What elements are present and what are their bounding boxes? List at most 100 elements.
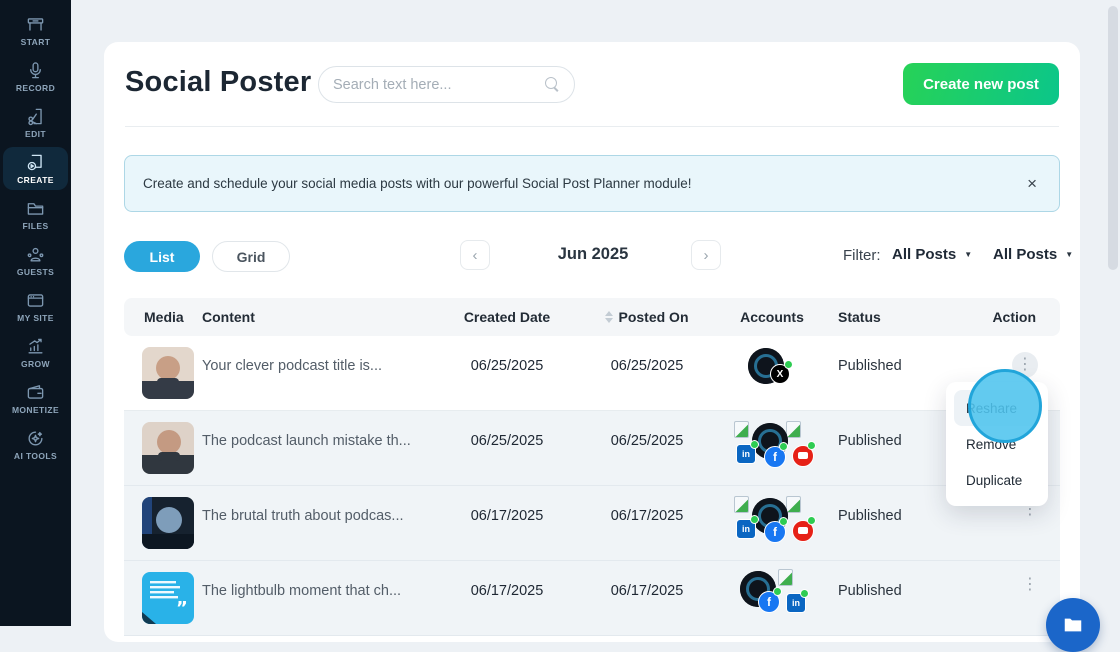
account-icons: f in [716, 569, 828, 623]
posted-date: 06/17/2025 [582, 486, 712, 560]
folder-icon [1062, 614, 1084, 636]
next-month-button[interactable]: › [691, 240, 721, 270]
created-date: 06/17/2025 [432, 561, 582, 635]
sidebar-item-edit[interactable]: EDIT [0, 100, 71, 145]
sidebar-item-create[interactable]: CREATE [0, 146, 71, 191]
sidebar-item-label: AI TOOLS [14, 451, 57, 461]
edit-icon [26, 107, 45, 126]
sidebar-item-label: MY SITE [17, 313, 54, 323]
view-toggle-list[interactable]: List [124, 241, 200, 272]
status-label: Published [832, 561, 982, 635]
column-header-status: Status [832, 309, 982, 325]
svg-text:”: ” [176, 598, 188, 619]
status-dot [807, 441, 816, 450]
posts-table: Media Content Created Date Posted On Acc… [124, 298, 1060, 636]
account-icons: in f [716, 494, 828, 548]
sidebar-item-label: CREATE [17, 175, 54, 185]
posted-date: 06/25/2025 [582, 411, 712, 485]
sidebar-item-label: EDIT [25, 129, 46, 139]
posted-date: 06/17/2025 [582, 561, 712, 635]
stage-icon [26, 15, 45, 34]
sidebar-item-monetize[interactable]: MONETIZE [0, 376, 71, 421]
sort-icon[interactable] [605, 311, 613, 323]
table-row: The podcast launch mistake th... 06/25/2… [124, 411, 1060, 486]
sidebar-item-label: RECORD [16, 83, 55, 93]
header-divider [125, 126, 1059, 127]
search-placeholder: Search text here... [333, 77, 545, 93]
account-icons: in f [716, 419, 828, 473]
status-dot [779, 517, 788, 526]
page-icon [786, 421, 801, 438]
sidebar-item-label: START [21, 37, 51, 47]
wallet-icon [26, 383, 45, 402]
status-dot [800, 589, 809, 598]
created-date: 06/17/2025 [432, 486, 582, 560]
filter-dropdown-2-value: All Posts [993, 246, 1057, 263]
chevron-down-icon: ▼ [964, 250, 972, 259]
table-row: ” The lightbulb moment that ch... 06/17/… [124, 561, 1060, 636]
sidebar-item-files[interactable]: FILES [0, 192, 71, 237]
scrollbar-thumb[interactable] [1108, 6, 1118, 270]
create-icon [26, 153, 45, 172]
created-date: 06/25/2025 [432, 336, 582, 410]
previous-month-button[interactable]: ‹ [460, 240, 490, 270]
table-row: Your clever podcast title is... 06/25/20… [124, 336, 1060, 411]
sidebar-item-record[interactable]: RECORD [0, 54, 71, 99]
status-dot [750, 515, 759, 524]
search-input[interactable]: Search text here... [318, 66, 575, 103]
status-dot [779, 442, 788, 451]
floating-files-button[interactable] [1046, 598, 1100, 652]
post-content[interactable]: The podcast launch mistake th... [202, 411, 432, 485]
sidebar-item-label: GUESTS [17, 267, 54, 277]
column-header-action: Action [982, 309, 1060, 325]
table-header-row: Media Content Created Date Posted On Acc… [124, 298, 1060, 336]
filter-label: Filter: [843, 247, 881, 264]
page-icon [786, 496, 801, 513]
create-new-post-button[interactable]: Create new post [903, 63, 1059, 105]
created-date: 06/25/2025 [432, 411, 582, 485]
post-content[interactable]: The brutal truth about podcas... [202, 486, 432, 560]
click-indicator-circle [968, 369, 1042, 443]
table-row: The brutal truth about podcas... 06/17/2… [124, 486, 1060, 561]
post-content[interactable]: Your clever podcast title is... [202, 336, 432, 410]
page-icon [734, 496, 749, 513]
sidebar-item-ai-tools[interactable]: AI TOOLS [0, 422, 71, 467]
thumbnail-image-quote-card: ” [142, 572, 194, 624]
page-icon [778, 569, 793, 586]
row-actions-kebab-icon[interactable]: ⋮ [1022, 577, 1038, 593]
post-thumbnail[interactable]: ” [142, 572, 194, 624]
post-thumbnail[interactable] [142, 347, 194, 399]
post-thumbnail[interactable] [142, 422, 194, 474]
folder-icon [26, 199, 45, 218]
filter-dropdown-1[interactable]: All Posts ▼ [892, 246, 972, 263]
status-dot [784, 360, 793, 369]
sidebar-item-label: FILES [22, 221, 48, 231]
thumbnail-image-man [142, 347, 194, 399]
sidebar-item-label: MONETIZE [12, 405, 59, 415]
sidebar-item-label: GROW [21, 359, 50, 369]
month-label: Jun 2025 [523, 245, 663, 264]
sidebar-item-guests[interactable]: GUESTS [0, 238, 71, 283]
account-icons: X [716, 344, 828, 398]
sidebar-item-grow[interactable]: GROW [0, 330, 71, 375]
column-header-created-date: Created Date [432, 309, 582, 325]
page-title: Social Poster [125, 66, 311, 99]
filter-dropdown-1-value: All Posts [892, 246, 956, 263]
guests-icon [26, 245, 45, 264]
thumbnail-image-man-blue [142, 497, 194, 549]
view-toggle-grid[interactable]: Grid [212, 241, 290, 272]
growth-icon [26, 337, 45, 356]
column-header-media: Media [124, 309, 202, 325]
sidebar-item-my-site[interactable]: MY SITE [0, 284, 71, 329]
posted-date: 06/25/2025 [582, 336, 712, 410]
status-dot [807, 516, 816, 525]
sidebar-item-start[interactable]: START [0, 8, 71, 53]
close-icon[interactable]: × [1027, 175, 1037, 192]
post-content[interactable]: The lightbulb moment that ch... [202, 561, 432, 635]
column-header-posted-on[interactable]: Posted On [582, 309, 712, 325]
page-icon [734, 421, 749, 438]
sidebar: START RECORD EDIT CREATE FILES GUESTS MY… [0, 0, 71, 626]
filter-dropdown-2[interactable]: All Posts ▼ [993, 246, 1073, 263]
menu-item-duplicate[interactable]: Duplicate [954, 462, 1040, 498]
post-thumbnail[interactable] [142, 497, 194, 549]
